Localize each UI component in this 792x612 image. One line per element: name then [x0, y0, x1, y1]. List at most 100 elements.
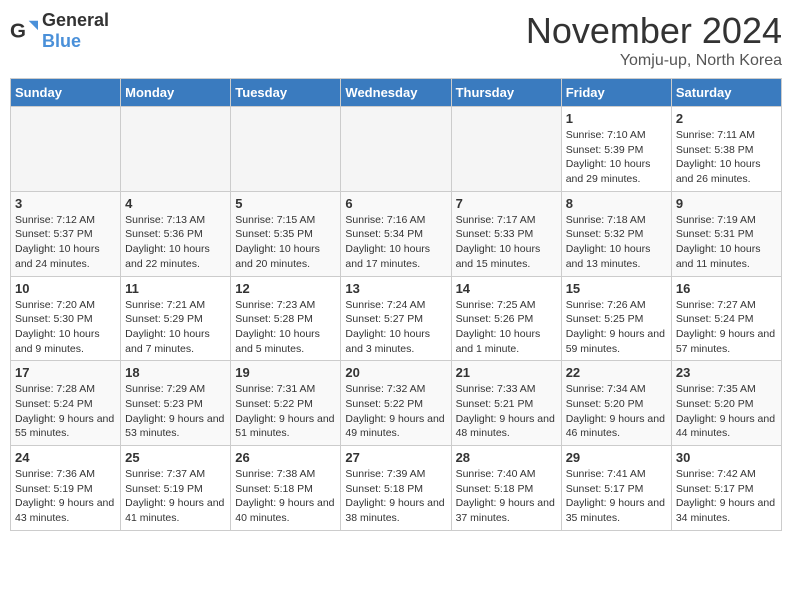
day-info: Sunrise: 7:40 AMSunset: 5:18 PMDaylight:…	[456, 468, 555, 524]
day-info: Sunrise: 7:26 AMSunset: 5:25 PMDaylight:…	[566, 299, 665, 355]
day-number: 1	[566, 111, 667, 126]
day-info: Sunrise: 7:20 AMSunset: 5:30 PMDaylight:…	[15, 299, 100, 355]
calendar-cell: 3 Sunrise: 7:12 AMSunset: 5:37 PMDayligh…	[11, 191, 121, 276]
calendar-cell: 17 Sunrise: 7:28 AMSunset: 5:24 PMDaylig…	[11, 361, 121, 446]
day-info: Sunrise: 7:13 AMSunset: 5:36 PMDaylight:…	[125, 214, 210, 270]
day-info: Sunrise: 7:34 AMSunset: 5:20 PMDaylight:…	[566, 383, 665, 439]
calendar-cell	[231, 107, 341, 192]
day-info: Sunrise: 7:19 AMSunset: 5:31 PMDaylight:…	[676, 214, 761, 270]
calendar-table: SundayMondayTuesdayWednesdayThursdayFrid…	[10, 78, 782, 531]
day-number: 9	[676, 196, 777, 211]
day-number: 15	[566, 281, 667, 296]
calendar-week-row: 24 Sunrise: 7:36 AMSunset: 5:19 PMDaylig…	[11, 446, 782, 531]
calendar-week-row: 3 Sunrise: 7:12 AMSunset: 5:37 PMDayligh…	[11, 191, 782, 276]
day-info: Sunrise: 7:15 AMSunset: 5:35 PMDaylight:…	[235, 214, 320, 270]
day-number: 3	[15, 196, 116, 211]
day-info: Sunrise: 7:23 AMSunset: 5:28 PMDaylight:…	[235, 299, 320, 355]
calendar-cell: 26 Sunrise: 7:38 AMSunset: 5:18 PMDaylig…	[231, 446, 341, 531]
calendar-cell: 25 Sunrise: 7:37 AMSunset: 5:19 PMDaylig…	[121, 446, 231, 531]
calendar-cell: 6 Sunrise: 7:16 AMSunset: 5:34 PMDayligh…	[341, 191, 451, 276]
day-info: Sunrise: 7:27 AMSunset: 5:24 PMDaylight:…	[676, 299, 775, 355]
logo-general-text: General	[42, 10, 109, 30]
day-number: 22	[566, 365, 667, 380]
logo-icon: G	[10, 17, 38, 45]
day-of-week-saturday: Saturday	[671, 79, 781, 107]
day-info: Sunrise: 7:21 AMSunset: 5:29 PMDaylight:…	[125, 299, 210, 355]
calendar-cell	[451, 107, 561, 192]
day-number: 7	[456, 196, 557, 211]
calendar-cell	[11, 107, 121, 192]
calendar-cell: 21 Sunrise: 7:33 AMSunset: 5:21 PMDaylig…	[451, 361, 561, 446]
day-info: Sunrise: 7:28 AMSunset: 5:24 PMDaylight:…	[15, 383, 114, 439]
day-number: 24	[15, 450, 116, 465]
day-info: Sunrise: 7:18 AMSunset: 5:32 PMDaylight:…	[566, 214, 651, 270]
day-info: Sunrise: 7:37 AMSunset: 5:19 PMDaylight:…	[125, 468, 224, 524]
day-info: Sunrise: 7:41 AMSunset: 5:17 PMDaylight:…	[566, 468, 665, 524]
calendar-cell: 1 Sunrise: 7:10 AMSunset: 5:39 PMDayligh…	[561, 107, 671, 192]
day-number: 5	[235, 196, 336, 211]
calendar-cell	[121, 107, 231, 192]
calendar-cell: 18 Sunrise: 7:29 AMSunset: 5:23 PMDaylig…	[121, 361, 231, 446]
title-block: November 2024 Yomju-up, North Korea	[526, 10, 782, 70]
day-info: Sunrise: 7:16 AMSunset: 5:34 PMDaylight:…	[345, 214, 430, 270]
calendar-cell: 22 Sunrise: 7:34 AMSunset: 5:20 PMDaylig…	[561, 361, 671, 446]
day-info: Sunrise: 7:12 AMSunset: 5:37 PMDaylight:…	[15, 214, 100, 270]
day-number: 28	[456, 450, 557, 465]
day-info: Sunrise: 7:42 AMSunset: 5:17 PMDaylight:…	[676, 468, 775, 524]
logo-blue-text: Blue	[42, 31, 81, 51]
calendar-cell	[341, 107, 451, 192]
day-of-week-monday: Monday	[121, 79, 231, 107]
day-number: 20	[345, 365, 446, 380]
calendar-cell: 28 Sunrise: 7:40 AMSunset: 5:18 PMDaylig…	[451, 446, 561, 531]
calendar-week-row: 10 Sunrise: 7:20 AMSunset: 5:30 PMDaylig…	[11, 276, 782, 361]
day-number: 16	[676, 281, 777, 296]
day-number: 10	[15, 281, 116, 296]
day-info: Sunrise: 7:25 AMSunset: 5:26 PMDaylight:…	[456, 299, 541, 355]
calendar-cell: 7 Sunrise: 7:17 AMSunset: 5:33 PMDayligh…	[451, 191, 561, 276]
day-of-week-wednesday: Wednesday	[341, 79, 451, 107]
svg-text:G: G	[10, 20, 26, 43]
day-number: 21	[456, 365, 557, 380]
calendar-cell: 15 Sunrise: 7:26 AMSunset: 5:25 PMDaylig…	[561, 276, 671, 361]
day-number: 29	[566, 450, 667, 465]
day-info: Sunrise: 7:17 AMSunset: 5:33 PMDaylight:…	[456, 214, 541, 270]
calendar-week-row: 17 Sunrise: 7:28 AMSunset: 5:24 PMDaylig…	[11, 361, 782, 446]
calendar-cell: 27 Sunrise: 7:39 AMSunset: 5:18 PMDaylig…	[341, 446, 451, 531]
day-info: Sunrise: 7:31 AMSunset: 5:22 PMDaylight:…	[235, 383, 334, 439]
day-info: Sunrise: 7:32 AMSunset: 5:22 PMDaylight:…	[345, 383, 444, 439]
calendar-cell: 16 Sunrise: 7:27 AMSunset: 5:24 PMDaylig…	[671, 276, 781, 361]
day-number: 30	[676, 450, 777, 465]
calendar-cell: 8 Sunrise: 7:18 AMSunset: 5:32 PMDayligh…	[561, 191, 671, 276]
day-number: 27	[345, 450, 446, 465]
calendar-cell: 23 Sunrise: 7:35 AMSunset: 5:20 PMDaylig…	[671, 361, 781, 446]
day-number: 4	[125, 196, 226, 211]
calendar-cell: 9 Sunrise: 7:19 AMSunset: 5:31 PMDayligh…	[671, 191, 781, 276]
calendar-cell: 13 Sunrise: 7:24 AMSunset: 5:27 PMDaylig…	[341, 276, 451, 361]
month-title: November 2024	[526, 10, 782, 52]
calendar-cell: 20 Sunrise: 7:32 AMSunset: 5:22 PMDaylig…	[341, 361, 451, 446]
day-number: 6	[345, 196, 446, 211]
day-number: 14	[456, 281, 557, 296]
calendar-cell: 2 Sunrise: 7:11 AMSunset: 5:38 PMDayligh…	[671, 107, 781, 192]
day-number: 25	[125, 450, 226, 465]
day-number: 26	[235, 450, 336, 465]
page-header: G General Blue November 2024 Yomju-up, N…	[10, 10, 782, 70]
day-of-week-tuesday: Tuesday	[231, 79, 341, 107]
calendar-cell: 29 Sunrise: 7:41 AMSunset: 5:17 PMDaylig…	[561, 446, 671, 531]
calendar-cell: 24 Sunrise: 7:36 AMSunset: 5:19 PMDaylig…	[11, 446, 121, 531]
day-number: 13	[345, 281, 446, 296]
calendar-header-row: SundayMondayTuesdayWednesdayThursdayFrid…	[11, 79, 782, 107]
day-info: Sunrise: 7:10 AMSunset: 5:39 PMDaylight:…	[566, 129, 651, 185]
day-info: Sunrise: 7:39 AMSunset: 5:18 PMDaylight:…	[345, 468, 444, 524]
calendar-week-row: 1 Sunrise: 7:10 AMSunset: 5:39 PMDayligh…	[11, 107, 782, 192]
day-info: Sunrise: 7:35 AMSunset: 5:20 PMDaylight:…	[676, 383, 775, 439]
day-of-week-friday: Friday	[561, 79, 671, 107]
calendar-cell: 4 Sunrise: 7:13 AMSunset: 5:36 PMDayligh…	[121, 191, 231, 276]
calendar-cell: 11 Sunrise: 7:21 AMSunset: 5:29 PMDaylig…	[121, 276, 231, 361]
calendar-cell: 14 Sunrise: 7:25 AMSunset: 5:26 PMDaylig…	[451, 276, 561, 361]
day-number: 23	[676, 365, 777, 380]
location: Yomju-up, North Korea	[526, 52, 782, 70]
day-info: Sunrise: 7:11 AMSunset: 5:38 PMDaylight:…	[676, 129, 761, 185]
day-number: 17	[15, 365, 116, 380]
day-number: 18	[125, 365, 226, 380]
